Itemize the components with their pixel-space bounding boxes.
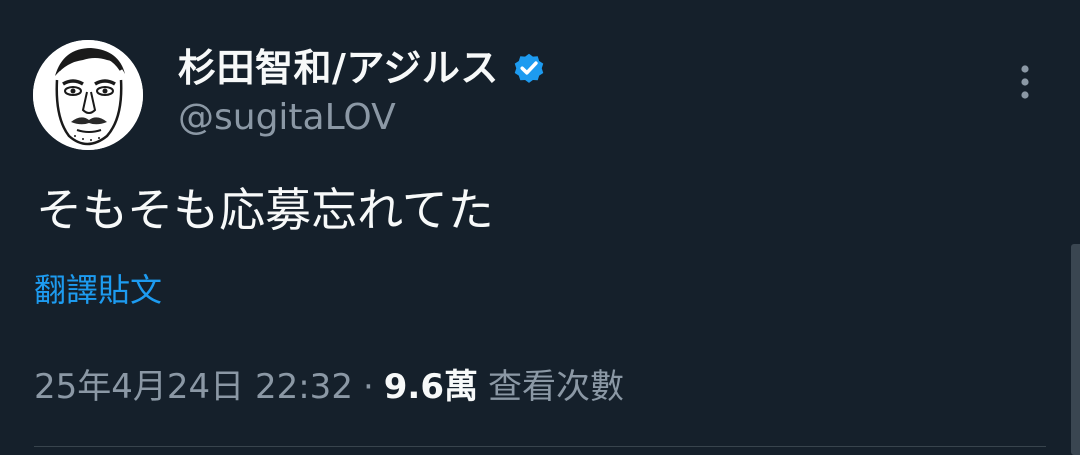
tweet-text: そもそも応募忘れてた — [36, 183, 494, 237]
more-vertical-icon[interactable] — [1012, 60, 1038, 104]
author-handle[interactable]: @sugitaLOV — [178, 96, 396, 140]
meta-separator: · — [362, 367, 374, 407]
scrollbar[interactable] — [1071, 244, 1080, 455]
views-label: 查看次數 — [488, 367, 624, 407]
tweet-meta: 25年4月24日 22:32 · 9.6萬 查看次數 — [34, 362, 624, 412]
tweet-timestamp[interactable]: 25年4月24日 22:32 — [34, 362, 353, 412]
divider — [34, 446, 1046, 447]
author-display-name[interactable]: 杉田智和/アジルス — [178, 44, 499, 92]
views-count: 9.6萬 — [383, 367, 478, 407]
caricature-face-avatar-icon — [33, 40, 143, 150]
verified-badge-icon — [511, 50, 547, 86]
avatar[interactable] — [33, 40, 143, 150]
author-name-row: 杉田智和/アジルス — [178, 44, 547, 92]
translate-post-link[interactable]: 翻譯貼文 — [34, 268, 162, 312]
tweet: 杉田智和/アジルス @sugitaLOV そもそも応募忘れてた 翻譯貼文 25年… — [0, 0, 1080, 455]
